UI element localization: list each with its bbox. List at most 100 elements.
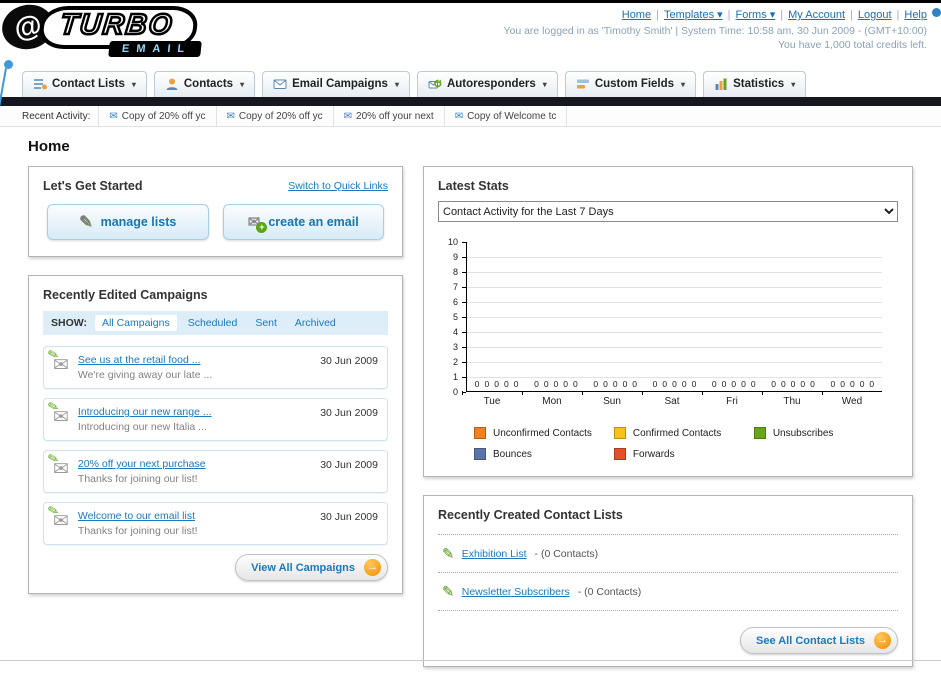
custom-fields-icon: [576, 77, 590, 91]
view-all-campaigns-button[interactable]: View All Campaigns →: [235, 554, 388, 581]
legend-item: Unsubscribes: [753, 427, 894, 439]
tab-label: Statistics: [733, 78, 785, 90]
arrow-right-icon: →: [874, 632, 891, 649]
y-tick-mark: [462, 362, 466, 363]
bar-value-label: 0: [711, 379, 717, 389]
filter-tab-sent[interactable]: Sent: [248, 315, 284, 331]
campaign-subtitle: Thanks for joining our list!: [77, 525, 198, 537]
tab-email-campaigns[interactable]: Email Campaigns ▾: [262, 71, 410, 97]
campaign-subtitle: Introducing our new Italia ...: [77, 421, 207, 433]
stats-period-select[interactable]: Contact Activity for the Last 7 Days: [438, 201, 898, 222]
chart-x-labels: Tue Mon Sun Sat Fri Thu Wed: [462, 391, 882, 407]
email-campaigns-icon: [273, 77, 287, 91]
gridline: [467, 317, 882, 318]
chevron-down-icon: ▾: [131, 79, 136, 89]
autoresponders-icon: [428, 77, 442, 91]
contact-lists-title: Recently Created Contact Lists: [438, 508, 623, 522]
nav-link-home[interactable]: Home: [622, 9, 651, 21]
campaign-date: 30 Jun 2009: [320, 355, 378, 367]
recent-activity-item[interactable]: ✉ Copy of Welcome tc: [443, 106, 568, 126]
main-content: Home Let's Get Started Switch to Quick L…: [0, 138, 941, 683]
bar-value-label: 0: [750, 379, 756, 389]
y-tick-label: 1: [452, 372, 458, 382]
y-tick-mark: [462, 242, 466, 243]
y-tick-label: 10: [447, 237, 458, 247]
recent-activity-text: Copy of 20% off yc: [121, 110, 206, 122]
legend-color-swatch: [753, 427, 766, 439]
bar-value-label: 0: [474, 379, 480, 389]
y-tick-label: 2: [452, 357, 458, 367]
value-label-group: 00000: [645, 379, 704, 389]
nav-link-templates[interactable]: Templates ▾: [664, 9, 723, 21]
contact-list-count: - (0 Contacts): [534, 547, 599, 560]
recent-activity-item[interactable]: ✉ Copy of 20% off yc: [215, 106, 333, 126]
campaign-title-link[interactable]: Introducing our new range ...: [78, 406, 311, 418]
filter-tab-all-campaigns[interactable]: All Campaigns: [94, 315, 177, 331]
recent-activity-item[interactable]: ✉ 20% off your next: [332, 106, 444, 126]
x-tick-label: Wed: [822, 391, 882, 407]
y-tick-mark: [462, 347, 466, 348]
filter-tab-scheduled[interactable]: Scheduled: [181, 315, 245, 331]
bar-value-label: 0: [553, 379, 559, 389]
nav-link-my-account[interactable]: My Account: [788, 9, 845, 21]
recent-activity-label: Recent Activity:: [22, 110, 91, 122]
campaign-date: 30 Jun 2009: [320, 407, 378, 419]
nav-separator: |: [780, 9, 784, 21]
tab-autoresponders[interactable]: Autoresponders ▾: [416, 71, 558, 97]
tab-contacts[interactable]: Contacts ▾: [153, 71, 256, 97]
campaign-subtitle: We're giving away our late ...: [77, 369, 213, 381]
bar-value-label: 0: [504, 379, 509, 389]
contact-lists-panel: Recently Created Contact Lists ✎ Exhibiti…: [423, 495, 913, 667]
see-all-contact-lists-button[interactable]: See All Contact Lists →: [739, 627, 898, 654]
bar-value-label: 0: [840, 379, 845, 389]
bar-value-label: 0: [652, 379, 658, 389]
contact-activity-chart: 0 1 2 3 4 5 6 7 8 9 10 000000000000000000000000000…: [438, 237, 898, 407]
campaign-subtitle: Thanks for joining our list!: [77, 473, 198, 485]
campaign-title-link[interactable]: 20% off your next purchase: [78, 458, 311, 470]
campaign-title-link[interactable]: Welcome to our email list: [78, 510, 311, 522]
gridline: [467, 257, 882, 258]
campaign-filter-tabs: All Campaigns Scheduled Sent Archived: [94, 315, 343, 331]
filter-tab-archived[interactable]: Archived: [288, 315, 343, 331]
bar-value-label: 0: [513, 379, 519, 389]
contact-list-link[interactable]: Exhibition List: [462, 548, 527, 560]
recent-activity-bar: Recent Activity: ✉ Copy of 20% off yc ✉ Cop…: [0, 106, 941, 127]
email-pencil-icon: ✉ ✎: [46, 449, 69, 480]
statistics-icon: [714, 77, 728, 91]
switch-quick-links-link[interactable]: Switch to Quick Links: [288, 180, 388, 192]
contact-list-row: ✎ Exhibition List - (0 Contacts): [438, 535, 898, 573]
y-tick-label: 7: [452, 282, 458, 292]
campaign-title-link[interactable]: See us at the retail food ...: [78, 354, 311, 366]
tab-custom-fields[interactable]: Custom Fields ▾: [564, 71, 697, 97]
y-tick-mark: [462, 302, 466, 303]
legend-color-swatch: [474, 448, 486, 460]
tab-contact-lists[interactable]: Contact Lists ▾: [22, 71, 147, 97]
chevron-down-icon: ▾: [240, 79, 245, 89]
nav-link-forms[interactable]: Forms ▾: [736, 9, 776, 21]
recent-activity-items: ✉ Copy of 20% off yc ✉ Copy of 20% off yc ✉ 2…: [98, 106, 568, 126]
contact-list-link[interactable]: Newsletter Subscribers: [462, 586, 570, 598]
y-tick-label: 8: [452, 267, 458, 277]
x-tick-label: Tue: [462, 391, 522, 407]
get-started-panel: Let's Get Started Switch to Quick Links …: [28, 166, 403, 257]
app-window: @ TURBO EMAIL Home | Templates ▾ | Forms ▾ | M…: [0, 0, 941, 683]
bar-value-label: 0: [593, 379, 599, 389]
campaign-row: ✉ ✎ Welcome to our email list Thanks for jo…: [43, 502, 388, 545]
contacts-icon: [165, 77, 179, 91]
chevron-down-icon: ▾: [394, 79, 399, 89]
bar-value-label: 0: [790, 379, 796, 389]
campaigns-title: Recently Edited Campaigns: [43, 288, 208, 302]
nav-link-logout[interactable]: Logout: [858, 9, 892, 21]
tab-label: Contact Lists: [52, 78, 125, 90]
recent-activity-item[interactable]: ✉ Copy of 20% off yc: [98, 106, 215, 126]
manage-lists-button[interactable]: ✎ manage lists: [47, 204, 209, 240]
envelope-plus-icon: ✉ +: [248, 213, 268, 233]
tab-statistics[interactable]: Statistics ▾: [703, 71, 807, 97]
nav-link-help[interactable]: Help: [904, 9, 927, 21]
bar-value-label: 0: [534, 379, 539, 389]
contact-list-items: ✎ Exhibition List - (0 Contacts) ✎ Newslette…: [438, 534, 898, 611]
app-logo: @ TURBO EMAIL: [0, 3, 202, 57]
bar-value-label: 0: [731, 379, 737, 389]
create-email-button[interactable]: ✉ + create an email: [222, 204, 384, 240]
bar-value-label: 0: [810, 379, 815, 389]
